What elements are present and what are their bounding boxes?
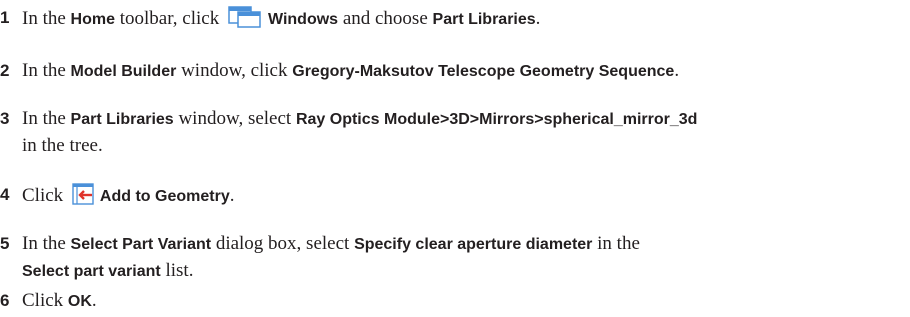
ui-term-select-part-variant-list: Select part variant: [22, 263, 161, 280]
ui-term-windows: Windows: [267, 11, 339, 28]
step-number: 2: [0, 61, 10, 80]
windows-icon: [228, 6, 262, 34]
step-text: Click Add to Geometry.: [22, 183, 234, 211]
ui-term-tree-path: Ray Optics Module>3D>Mirrors>spherical_m…: [295, 111, 698, 128]
step-number: 1: [0, 8, 10, 27]
step-text-continued: Select part variant list.: [22, 260, 194, 281]
ui-term-add-to-geometry: Add to Geometry: [99, 188, 230, 205]
step-text: In the Select Part Variant dialog box, s…: [22, 233, 640, 254]
step-text: In the Model Builder window, click Grego…: [22, 60, 680, 81]
step-number: 5: [0, 234, 10, 253]
ui-term-select-part-variant: Select Part Variant: [70, 236, 212, 253]
step-text-continued: in the tree.: [22, 135, 103, 156]
ui-term-model-builder: Model Builder: [70, 63, 177, 80]
ui-term-geometry-sequence: Gregory-Maksutov Telescope Geometry Sequ…: [292, 63, 675, 80]
ui-term-home: Home: [70, 11, 115, 28]
ui-term-part-libraries: Part Libraries: [432, 11, 536, 28]
step-text: In the Part Libraries window, select Ray…: [22, 108, 698, 129]
ui-term-part-libraries: Part Libraries: [70, 111, 174, 128]
instruction-list: 1 In the Home toolbar, click Windows and…: [0, 0, 910, 317]
step-number: 4: [0, 185, 10, 204]
step-number: 6: [0, 291, 10, 310]
ui-term-ok: OK: [67, 293, 92, 310]
step-text: Click OK.: [22, 290, 97, 311]
step-text: In the Home toolbar, click Windows and c…: [22, 6, 540, 34]
step-number: 3: [0, 109, 10, 128]
add-to-geometry-icon: [72, 183, 94, 211]
ui-term-clear-aperture: Specify clear aperture diameter: [354, 236, 593, 253]
